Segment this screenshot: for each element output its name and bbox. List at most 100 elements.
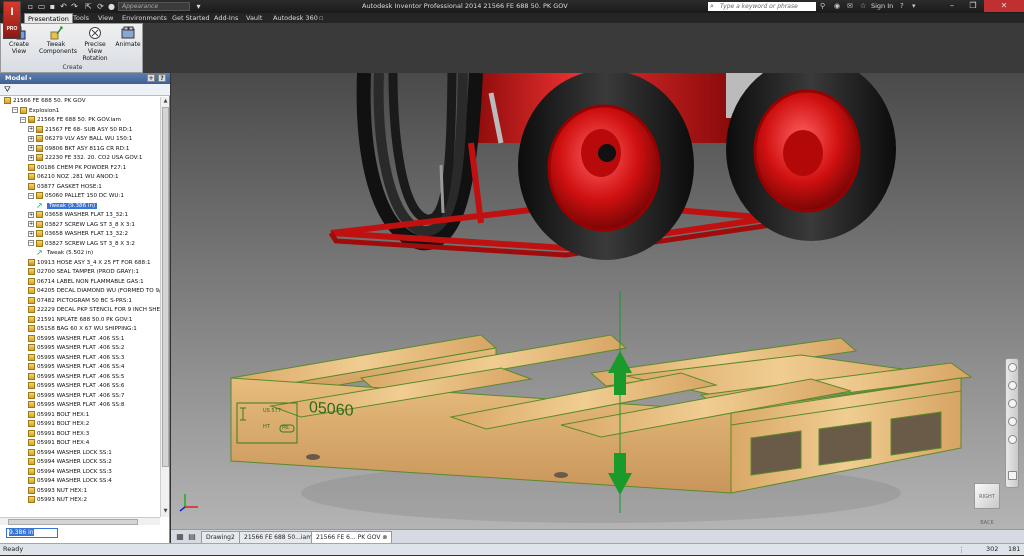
tab-vault[interactable]: Vault: [243, 13, 265, 23]
animate-button[interactable]: Animate: [113, 26, 143, 48]
tree-node[interactable]: − Explosion1: [12, 106, 59, 116]
tree-node[interactable]: 05995 WASHER FLAT .406 SS:7: [28, 391, 124, 401]
tree-node[interactable]: 05994 WASHER LOCK SS:2: [28, 458, 112, 467]
pan-icon[interactable]: [1008, 381, 1017, 390]
tree-node[interactable]: ↗ Tweak (5.502 in): [36, 249, 93, 258]
open-file-icon[interactable]: ▭: [37, 2, 46, 11]
tree-node[interactable]: 07482 PICTOGRAM 50 BC S-PRS:1: [28, 296, 132, 306]
expand-icon[interactable]: +: [28, 221, 34, 227]
tab-presentation[interactable]: Presentation: [24, 13, 73, 23]
tree-horizontal-scrollbar[interactable]: [0, 517, 160, 525]
tab-grid-icon[interactable]: ▦: [175, 532, 185, 542]
tree-node[interactable]: +22230 FE 332. 20. CO2 USA GOV:1: [28, 154, 142, 163]
tree-node[interactable]: 00186 CHEM PK POWDER F27:1: [28, 163, 126, 173]
tree-node[interactable]: +06279 VLV ASY BALL WU 150:1: [28, 135, 132, 144]
look-at-icon[interactable]: [1008, 435, 1017, 444]
collapse-icon[interactable]: −: [28, 192, 34, 199]
view-cube[interactable]: RIGHT BACK: [974, 483, 1000, 526]
tree-node[interactable]: 05993 NUT HEX:2: [28, 496, 87, 505]
tree-node[interactable]: 05995 WASHER FLAT .406 SS:6: [28, 382, 124, 391]
subscription-icon[interactable]: ◉: [834, 2, 840, 11]
qat-more-icon[interactable]: ▾: [194, 2, 203, 11]
tree-node[interactable]: 03877 GASKET HOSE:1: [28, 182, 102, 192]
tree-node[interactable]: 05994 WASHER LOCK SS:1: [28, 448, 112, 458]
model-browser-header[interactable]: Model ▾ + ?: [0, 73, 170, 84]
tree-node[interactable]: 05995 WASHER FLAT .406 SS:1: [28, 334, 124, 344]
tab-layout-icon[interactable]: ▤: [187, 532, 197, 542]
precise-view-rotation-button[interactable]: Precise View Rotation: [78, 26, 112, 62]
steering-wheel-icon[interactable]: [1008, 363, 1017, 372]
browser-add-icon[interactable]: +: [147, 74, 155, 82]
tab-autodesk-360[interactable]: Autodesk 360: [270, 13, 321, 23]
tab-tools[interactable]: Tools: [70, 13, 92, 23]
sign-in-link[interactable]: Sign In: [871, 2, 893, 10]
tab-view[interactable]: View: [95, 13, 116, 23]
doc-tab-presentation[interactable]: 21566 FE 6... PK GOV ⊗: [311, 531, 393, 543]
tree-node[interactable]: 05991 BOLT HEX:3: [28, 429, 89, 439]
tab-get-started[interactable]: Get Started: [169, 13, 213, 23]
redo-icon[interactable]: ↷: [70, 2, 79, 11]
tree-node[interactable]: 10913 HOSE ASY 3_4 X 25 FT FOR 688:1: [28, 258, 151, 268]
orbit-icon[interactable]: [1008, 417, 1017, 426]
tree-node[interactable]: − 21566 FE 688 50. PK GOV.iam: [20, 116, 121, 125]
tree-vertical-scrollbar[interactable]: ▲ ▼: [160, 97, 169, 517]
filter-icon[interactable]: ⛛: [4, 86, 11, 94]
expand-icon[interactable]: +: [28, 145, 34, 151]
navbar-menu-icon[interactable]: [1008, 471, 1017, 480]
scroll-thumb[interactable]: [162, 107, 169, 467]
ribbon-minimize-icon[interactable]: ▫: [316, 13, 326, 23]
help-search-input[interactable]: ⌕ Type a keyword or phrase: [708, 2, 816, 11]
tab-environments[interactable]: Environments: [119, 13, 170, 23]
collapse-icon[interactable]: −: [20, 116, 26, 123]
tree-node[interactable]: 04205 DECAL DIAMOND WU (FORMED TO 9/: [28, 287, 160, 296]
expand-icon[interactable]: +: [28, 230, 34, 237]
tree-node[interactable]: +09806 BKT ASY 811G CR RD:1: [28, 144, 129, 154]
tree-node[interactable]: 05991 BOLT HEX:4: [28, 439, 89, 448]
restore-icon[interactable]: ❐: [963, 0, 983, 12]
material-icon[interactable]: ●: [107, 2, 116, 11]
tree-node[interactable]: 05995 WASHER FLAT .406 SS:4: [28, 363, 124, 372]
tree-node[interactable]: 22229 DECAL PKP STENCIL FOR 9 INCH SHE: [28, 306, 160, 315]
zoom-icon[interactable]: [1008, 399, 1017, 408]
tree-node[interactable]: 05158 BAG 60 X 67 WU SHIPPING:1: [28, 325, 137, 334]
tree-node[interactable]: ↗ Tweak (9.386 in): [36, 201, 98, 211]
expand-icon[interactable]: +: [28, 135, 34, 142]
tree-node[interactable]: 06210 NOZ .281 WU ANOD:1: [28, 173, 119, 182]
tree-node[interactable]: +21567 FE 68- SUB ASY 50 RD:1: [28, 125, 132, 135]
tree-node[interactable]: − 03827 SCREW LAG ST 3_8 X 3:2: [28, 239, 135, 249]
tree-node[interactable]: 05993 NUT HEX:1: [28, 486, 87, 496]
search-go-icon[interactable]: ⚲: [820, 2, 825, 11]
collapse-icon[interactable]: −: [12, 107, 18, 113]
expand-icon[interactable]: +: [28, 154, 34, 161]
application-menu-button[interactable]: I PRO: [3, 1, 21, 39]
tree-node[interactable]: 05991 BOLT HEX:1: [28, 410, 89, 420]
tweak-components-button[interactable]: Tweak Components: [39, 26, 77, 55]
tree-node[interactable]: 05991 BOLT HEX:2: [28, 420, 89, 429]
tree-node[interactable]: 21591 NPLATE 688 50.0 PK GOV:1: [28, 315, 132, 325]
scroll-up-icon[interactable]: ▲: [162, 98, 169, 106]
scroll-down-icon[interactable]: ▼: [162, 508, 169, 516]
doc-tab-assembly[interactable]: 21566 FE 688 50...iam: [239, 531, 318, 543]
tree-node[interactable]: 05995 WASHER FLAT .406 SS:5: [28, 372, 124, 382]
tree-node[interactable]: 05995 WASHER FLAT .406 SS:8: [28, 401, 124, 410]
expand-icon[interactable]: +: [28, 211, 34, 218]
tree-node[interactable]: 21566 FE 688 50. PK GOV: [4, 97, 86, 106]
undo-icon[interactable]: ↶: [59, 2, 68, 11]
doc-tab-drawing2[interactable]: Drawing2: [201, 531, 240, 543]
graphics-viewport[interactable]: 05060 US 577 HT PRL RIGHT BACK: [171, 73, 1024, 529]
communication-center-icon[interactable]: ✉: [847, 2, 853, 11]
favorites-icon[interactable]: ☆: [860, 2, 866, 11]
browser-help-icon[interactable]: ?: [158, 74, 166, 82]
tree-node[interactable]: 06714 LABEL NON FLAMMABLE GAS:1: [28, 277, 144, 287]
new-file-icon[interactable]: ▫: [26, 2, 35, 11]
doc-tab-close-icon[interactable]: ⊗: [382, 534, 387, 541]
help-dropdown-icon[interactable]: ▾: [912, 2, 916, 11]
tree-node[interactable]: +03658 WASHER FLAT 13_32:2: [28, 230, 128, 239]
minimize-icon[interactable]: –: [942, 0, 962, 12]
close-icon[interactable]: ✕: [984, 0, 1024, 12]
tree-node[interactable]: 05994 WASHER LOCK SS:4: [28, 477, 112, 486]
tree-node[interactable]: +03658 WASHER FLAT 13_32:1: [28, 211, 128, 220]
tab-add-ins[interactable]: Add-Ins: [211, 13, 241, 23]
expand-icon[interactable]: +: [28, 126, 34, 132]
tweak-distance-input[interactable]: 9.386 in: [6, 528, 58, 538]
